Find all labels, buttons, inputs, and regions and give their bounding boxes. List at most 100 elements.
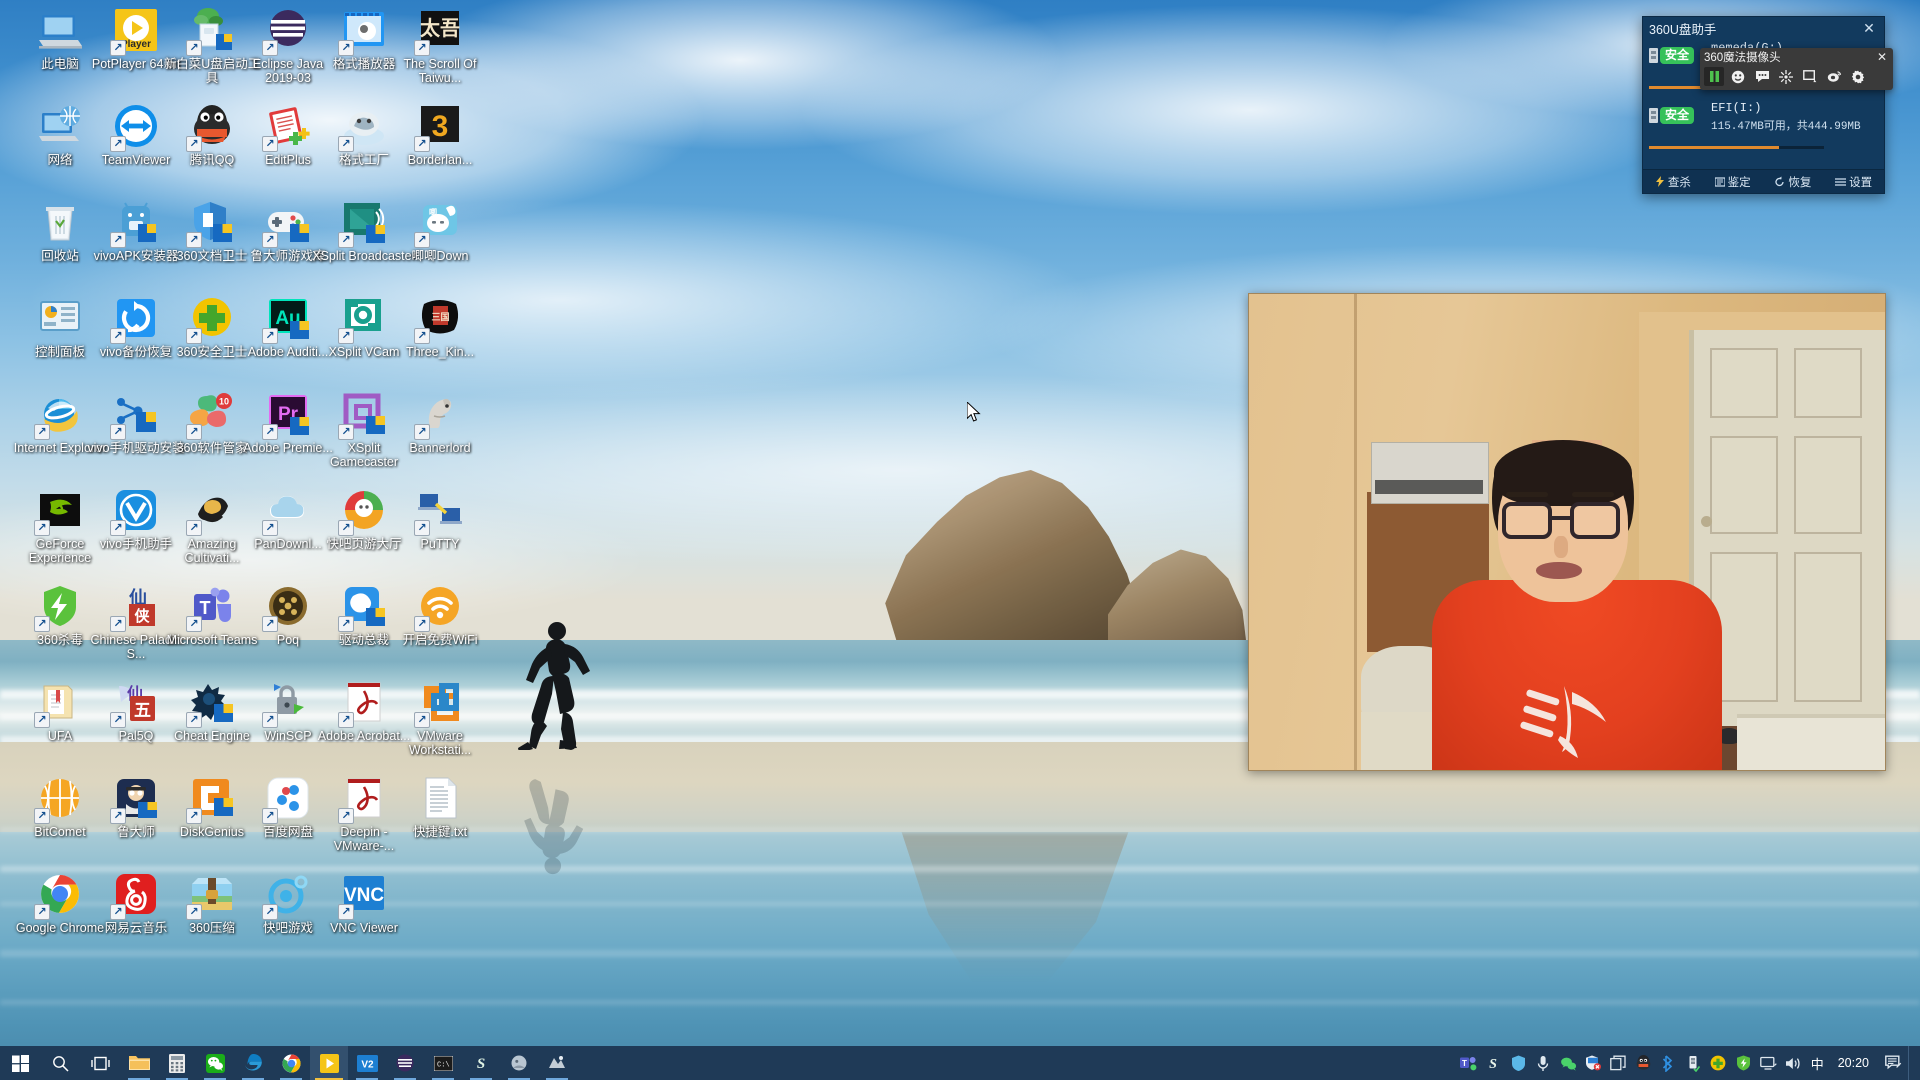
notification-center-button[interactable] bbox=[1878, 1055, 1908, 1071]
settings-button[interactable]: 设置 bbox=[1835, 174, 1872, 190]
svg-text:五: 五 bbox=[134, 701, 151, 720]
adobe-audition-icon: Au bbox=[262, 294, 312, 344]
volume-tray-icon[interactable] bbox=[1781, 1046, 1806, 1080]
task-view-button[interactable] bbox=[80, 1046, 120, 1080]
network-tray-icon[interactable] bbox=[1756, 1046, 1781, 1080]
webcam-preview-window[interactable] bbox=[1248, 293, 1886, 771]
360-safe-tray-icon[interactable] bbox=[1706, 1046, 1731, 1080]
magic-camera-toolbar-window[interactable]: 360魔法摄像头 ✕ bbox=[1700, 48, 1893, 90]
desktop[interactable]: 此电脑PlayerPotPlayer 64 bit新白菜U盘启动工具Eclips… bbox=[0, 0, 1920, 1080]
desktop-icon-free-wifi[interactable]: 开启免费WiFi bbox=[388, 582, 492, 647]
svg-text:T: T bbox=[200, 598, 211, 618]
baidu-netdisk-icon bbox=[262, 774, 312, 824]
desktop-icon-bannerlord[interactable]: Bannerlord bbox=[388, 390, 492, 455]
desktop-icon-label: 快捷键.txt bbox=[412, 825, 468, 839]
magic-sparkle-icon[interactable] bbox=[1776, 67, 1796, 86]
svg-text:VNC: VNC bbox=[344, 885, 384, 906]
speech-bubble-icon[interactable] bbox=[1752, 67, 1772, 86]
shield-tray-icon[interactable] bbox=[1506, 1046, 1531, 1080]
udisk-footer-toolbar[interactable]: 查杀 鉴定 恢复 设置 bbox=[1643, 169, 1884, 193]
system-tray[interactable]: T S 中 20:20 bbox=[1456, 1046, 1920, 1080]
svg-text:三国: 三国 bbox=[431, 312, 449, 322]
close-icon[interactable]: ✕ bbox=[1860, 19, 1878, 37]
svg-text:S: S bbox=[477, 1056, 485, 1072]
frame-border-icon[interactable] bbox=[1800, 67, 1820, 86]
weibo-eye-icon[interactable] bbox=[1824, 67, 1844, 86]
desktop-icon-putty[interactable]: PuTTY bbox=[388, 486, 492, 551]
drive-row[interactable]: 安全 EFI(I:) 115.47MB可用，共444.99MB bbox=[1643, 99, 1884, 155]
desktop-icon-label: PuTTY bbox=[420, 537, 460, 551]
desktop-icon-vmware-workstation[interactable]: VMware Workstati... bbox=[388, 678, 492, 757]
bitcomet-icon bbox=[34, 774, 84, 824]
pause-icon[interactable] bbox=[1704, 67, 1724, 86]
shortcut-arrow-icon bbox=[262, 904, 278, 920]
taskbar[interactable]: V2 C:\ S T S 中 20:20 bbox=[0, 1046, 1920, 1080]
shortcut-arrow-icon bbox=[110, 808, 126, 824]
vivo-backup-icon bbox=[110, 294, 160, 344]
potplayer-icon bbox=[319, 1053, 339, 1073]
360-doc-guard-icon bbox=[186, 198, 236, 248]
shortcut-arrow-icon bbox=[338, 616, 354, 632]
chinese-paladin-icon: 仙侠 bbox=[110, 582, 160, 632]
taskbar-google-chrome[interactable] bbox=[272, 1046, 310, 1080]
360-antivirus-tray-icon[interactable] bbox=[1731, 1046, 1756, 1080]
shortcut-arrow-icon bbox=[262, 136, 278, 152]
drive-usage-bar bbox=[1649, 146, 1824, 149]
udisk-titlebar[interactable]: 360U盘助手 ✕ bbox=[1643, 17, 1884, 39]
shortcut-arrow-icon bbox=[110, 136, 126, 152]
desktop-icon-borderlands3[interactable]: 3 Borderlan... bbox=[388, 102, 492, 167]
desktop-icon-label: Borderlan... bbox=[407, 153, 473, 167]
desktop-icon-vnc-viewer[interactable]: VNC VNC Viewer bbox=[312, 870, 416, 935]
bluetooth-tray-icon[interactable] bbox=[1656, 1046, 1681, 1080]
show-desktop-button[interactable] bbox=[1908, 1046, 1916, 1080]
microsoft-teams-tray-icon[interactable]: T bbox=[1456, 1046, 1481, 1080]
internet-explorer-icon bbox=[34, 390, 84, 440]
usb-tray-icon[interactable] bbox=[1681, 1046, 1706, 1080]
scan-button[interactable]: 查杀 bbox=[1655, 174, 1691, 190]
close-icon[interactable]: ✕ bbox=[1875, 50, 1889, 64]
windows-security-tray-icon[interactable] bbox=[1581, 1046, 1606, 1080]
microphone-tray-icon[interactable] bbox=[1531, 1046, 1556, 1080]
microsoft-teams-icon: T bbox=[186, 582, 236, 632]
drive-detail: 115.47MB可用，共444.99MB bbox=[1711, 121, 1861, 133]
smiley-face-icon[interactable] bbox=[1728, 67, 1748, 86]
taskbar-eclipse[interactable] bbox=[386, 1046, 424, 1080]
taskbar-file-explorer[interactable] bbox=[120, 1046, 158, 1080]
appraise-button[interactable]: 鉴定 bbox=[1714, 174, 1751, 190]
cheat-engine-icon bbox=[186, 678, 236, 728]
recycle-bin-icon bbox=[36, 198, 84, 246]
wechat-tray-icon[interactable] bbox=[1556, 1046, 1581, 1080]
restore-button[interactable]: 恢复 bbox=[1774, 174, 1811, 190]
taskbar-microsoft-edge[interactable] bbox=[234, 1046, 272, 1080]
taskbar-app-11[interactable] bbox=[538, 1046, 576, 1080]
shortcut-arrow-icon bbox=[186, 808, 202, 824]
taskbar-sublime[interactable]: S bbox=[462, 1046, 500, 1080]
desktop-icon-jiji-down[interactable]: 唧唧唧Down bbox=[388, 198, 492, 263]
taskbar-wechat[interactable] bbox=[196, 1046, 234, 1080]
clone-window-tray-icon[interactable] bbox=[1606, 1046, 1631, 1080]
shortcut-arrow-icon bbox=[414, 40, 430, 56]
start-button[interactable] bbox=[0, 1046, 40, 1080]
taskbar-command-prompt[interactable]: C:\ bbox=[424, 1046, 462, 1080]
magic-camera-tools[interactable] bbox=[1700, 65, 1893, 88]
svg-text:唧: 唧 bbox=[429, 208, 437, 217]
taskbar-potplayer[interactable] bbox=[310, 1046, 348, 1080]
desktop-icon-text-file[interactable]: 快捷键.txt bbox=[388, 774, 492, 839]
taskbar-vnc-viewer[interactable]: V2 bbox=[348, 1046, 386, 1080]
desktop-icon-scroll-of-taiwu[interactable]: 太吾 The Scroll Of Taiwu... bbox=[388, 6, 492, 85]
taskbar-app-10[interactable] bbox=[500, 1046, 538, 1080]
magic-camera-titlebar[interactable]: 360魔法摄像头 ✕ bbox=[1700, 48, 1893, 65]
sublime-tray-icon[interactable]: S bbox=[1481, 1046, 1506, 1080]
taskbar-calculator[interactable] bbox=[158, 1046, 196, 1080]
svg-text:太吾: 太吾 bbox=[420, 17, 460, 40]
gear-icon[interactable] bbox=[1848, 67, 1868, 86]
usb-drive-icon bbox=[1649, 108, 1658, 123]
putty-icon bbox=[414, 486, 464, 536]
search-button[interactable] bbox=[40, 1046, 80, 1080]
qq-tray-icon[interactable] bbox=[1631, 1046, 1656, 1080]
ime-indicator[interactable]: 中 bbox=[1806, 1054, 1829, 1073]
clock[interactable]: 20:20 bbox=[1829, 1056, 1878, 1070]
amazing-cultivation-icon bbox=[186, 486, 236, 536]
udisk-helper-window[interactable]: 360U盘助手 ✕ 安全 memeda(G:) 安全 EFI(I:) 115.4… bbox=[1642, 16, 1885, 194]
desktop-icon-three-kingdoms[interactable]: 三国 Three_Kin... bbox=[388, 294, 492, 359]
